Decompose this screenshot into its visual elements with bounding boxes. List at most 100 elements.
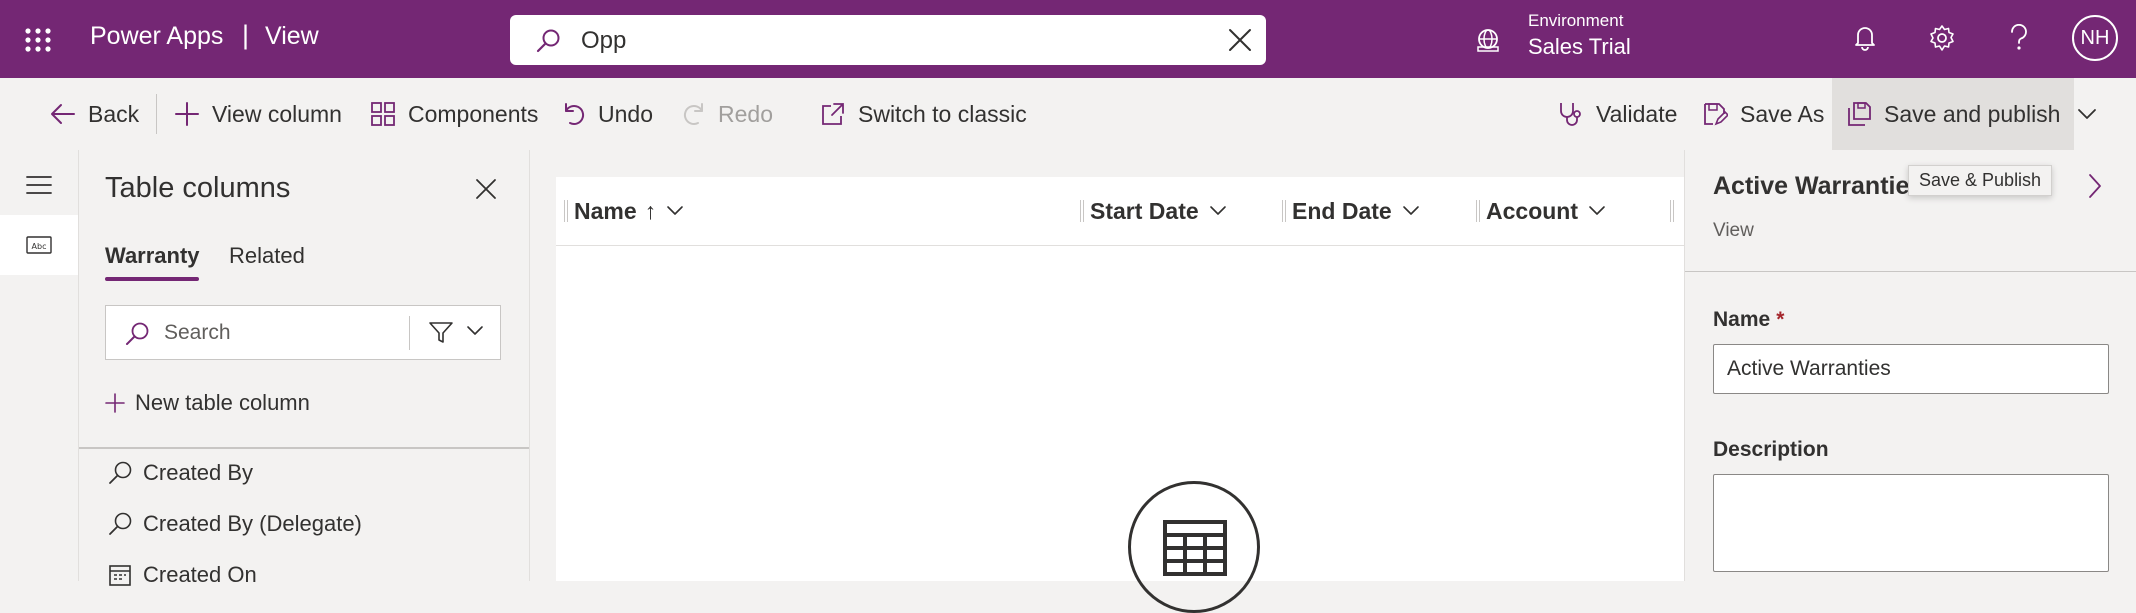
resize-handle[interactable] [1282, 200, 1286, 222]
column-search-box[interactable]: Search [105, 305, 501, 360]
column-label: Name [574, 197, 637, 224]
grid-header: Name ↑ Start Date End Date Account [556, 177, 1684, 246]
global-search[interactable]: Opp [510, 15, 1266, 65]
name-label: Name * [1713, 308, 1784, 332]
column-header-start-date[interactable]: Start Date [1080, 177, 1227, 245]
title-separator: | [242, 20, 250, 50]
table-columns-nav[interactable]: Abc [0, 215, 78, 275]
undo-button[interactable]: Undo [562, 78, 653, 150]
lookup-icon [107, 511, 133, 537]
left-rail: Abc [0, 150, 79, 581]
avatar[interactable]: NH [2072, 15, 2118, 61]
chevron-right-icon[interactable] [2087, 172, 2103, 200]
text-field-icon: Abc [26, 235, 52, 255]
resize-handle[interactable] [1080, 200, 1084, 222]
resize-handle[interactable] [1476, 200, 1480, 222]
new-table-column-button[interactable]: New table column [105, 390, 310, 416]
tab-warranty[interactable]: Warranty [105, 243, 200, 269]
new-column-label: New table column [135, 390, 310, 415]
resize-handle[interactable] [1670, 200, 1674, 222]
field-label: Created On [143, 562, 257, 587]
list-item[interactable]: Created By [107, 460, 253, 486]
filter-icon[interactable] [428, 321, 454, 345]
column-search-input[interactable]: Search [164, 321, 231, 345]
list-item[interactable]: Created By (Delegate) [107, 511, 362, 537]
column-header-account[interactable]: Account [1476, 177, 1606, 245]
waffle-icon[interactable] [24, 27, 52, 53]
chevron-down-icon [2077, 108, 2097, 120]
environment-icon[interactable] [1474, 26, 1502, 54]
list-item[interactable]: Created On [107, 562, 257, 588]
empty-table-icon [1128, 481, 1260, 613]
resize-handle[interactable] [564, 200, 568, 222]
components-button[interactable]: Components [370, 78, 538, 150]
hamburger-menu-icon[interactable] [26, 175, 52, 195]
undo-label: Undo [598, 100, 653, 127]
view-title: Active Warranties [1713, 172, 1913, 200]
search-divider [409, 316, 410, 350]
redo-icon [682, 101, 706, 127]
props-divider [1685, 271, 2136, 272]
chevron-down-icon[interactable] [466, 325, 484, 337]
gear-icon[interactable] [1928, 24, 1956, 52]
redo-button[interactable]: Redo [682, 78, 773, 150]
redo-label: Redo [718, 100, 773, 127]
command-bar: Back View column Components Undo Redo Sw… [0, 78, 2136, 150]
description-field[interactable] [1713, 474, 2109, 572]
app-name[interactable]: Power Apps [90, 22, 223, 51]
search-input[interactable]: Opp [581, 27, 626, 55]
save-publish-tooltip: Save & Publish [1908, 165, 2053, 196]
view-type-label: View [1713, 220, 1754, 241]
page-name: View [265, 22, 319, 50]
chevron-down-icon[interactable] [1209, 205, 1227, 217]
field-label: Created By [143, 460, 254, 485]
chevron-down-icon[interactable] [1588, 205, 1606, 217]
name-field[interactable]: Active Warranties [1713, 344, 2109, 394]
user-initials: NH [2080, 26, 2110, 49]
save-and-publish-button[interactable]: Save and publish [1832, 78, 2075, 150]
column-header-name[interactable]: Name ↑ [564, 177, 684, 245]
table-columns-panel: Table columns Warranty Related Search Ne… [79, 150, 530, 587]
panel-title: Table columns [105, 172, 291, 204]
save-options-dropdown[interactable] [2063, 78, 2111, 150]
plus-icon [105, 393, 125, 413]
save-as-button[interactable]: Save As [1702, 78, 1824, 150]
column-label: Account [1486, 197, 1578, 224]
chevron-down-icon[interactable] [666, 205, 684, 217]
column-header-next[interactable] [1670, 177, 1680, 245]
help-icon[interactable] [2008, 24, 2030, 52]
view-canvas: Name ↑ Start Date End Date Account [530, 150, 1684, 613]
validate-button[interactable]: Validate [1556, 78, 1677, 150]
search-icon [124, 321, 150, 347]
open-external-icon [820, 101, 846, 127]
app-header: Power Apps | View Opp Environment Sales … [0, 0, 2136, 78]
close-icon[interactable] [475, 178, 497, 200]
switch-classic-label: Switch to classic [858, 100, 1027, 127]
search-icon [535, 28, 561, 54]
validate-label: Validate [1596, 100, 1678, 127]
back-arrow-icon [50, 102, 76, 126]
components-icon [370, 101, 396, 127]
tab-related[interactable]: Related [229, 243, 305, 269]
sort-ascending-icon: ↑ [644, 197, 657, 224]
view-grid: Name ↑ Start Date End Date Account [556, 177, 1684, 613]
stethoscope-icon [1556, 100, 1584, 128]
close-icon[interactable] [1228, 28, 1252, 52]
lookup-icon [107, 460, 133, 486]
view-column-label: View column [212, 100, 342, 127]
switch-classic-button[interactable]: Switch to classic [820, 78, 1027, 150]
back-button[interactable]: Back [50, 78, 139, 150]
panel-divider [79, 447, 529, 449]
column-header-end-date[interactable]: End Date [1282, 177, 1420, 245]
bell-icon[interactable] [1852, 24, 1878, 52]
save-as-label: Save As [1740, 100, 1825, 127]
save-publish-icon [1846, 101, 1872, 127]
name-label-text: Name [1713, 308, 1771, 331]
description-label: Description [1713, 438, 1829, 461]
column-label: Start Date [1090, 197, 1199, 224]
view-column-button[interactable]: View column [174, 78, 342, 150]
environment-name[interactable]: Sales Trial [1528, 34, 1631, 60]
save-publish-label: Save and publish [1884, 100, 2061, 127]
svg-text:Abc: Abc [32, 242, 47, 251]
chevron-down-icon[interactable] [1402, 205, 1420, 217]
